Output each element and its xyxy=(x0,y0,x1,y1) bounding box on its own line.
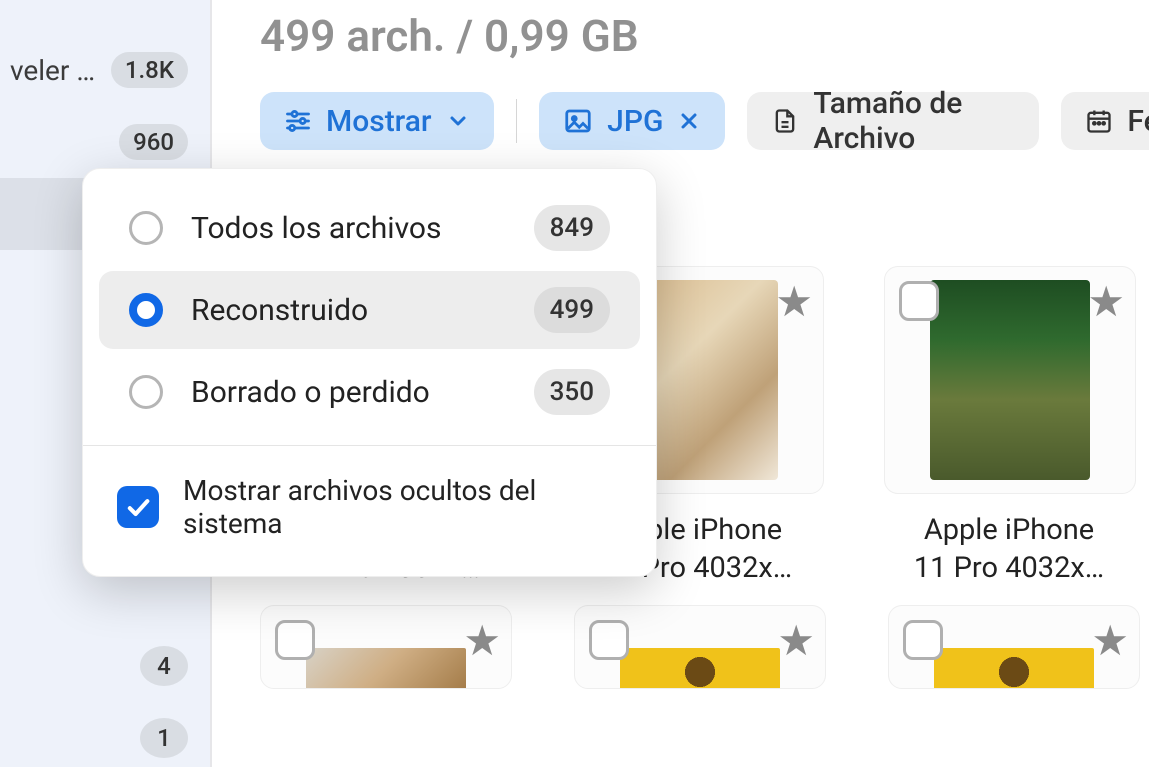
thumbnail-image xyxy=(934,648,1094,688)
filter-option-deleted[interactable]: Borrado o perdido 350 xyxy=(99,353,640,431)
sidebar-item-count: 1 xyxy=(140,718,188,758)
file-card[interactable]: ★ Apple iPhone 11 Pro 4032x… xyxy=(884,266,1134,587)
filesize-filter-label: Tamaño de Archivo xyxy=(813,86,1015,156)
filter-option-label: Todos los archivos xyxy=(191,211,506,246)
show-hidden-files-row[interactable]: Mostrar archivos ocultos del sistema xyxy=(83,446,656,576)
show-filter-button[interactable]: Mostrar xyxy=(260,92,494,150)
sidebar-item-count: 960 xyxy=(119,124,188,160)
file-count-summary: 499 arch. / 0,99 GB xyxy=(260,10,1149,62)
file-thumbnail[interactable]: ★ xyxy=(574,605,826,689)
sidebar-item-count: 1.8K xyxy=(111,52,188,88)
filter-option-all[interactable]: Todos los archivos 849 xyxy=(99,189,640,267)
main-content: 499 arch. / 0,99 GB Mostrar xyxy=(212,0,1149,767)
thumbnail-image xyxy=(620,648,780,688)
file-thumbnail[interactable]: ★ xyxy=(888,605,1140,689)
select-checkbox[interactable] xyxy=(899,281,939,321)
star-icon[interactable]: ★ xyxy=(1087,277,1125,327)
sidebar-item[interactable]: 1 xyxy=(0,702,210,767)
file-caption: Apple iPhone 11 Pro 4032x… xyxy=(884,512,1134,587)
filter-option-count: 499 xyxy=(534,287,610,333)
results-grid-row2: ★ ★ ★ xyxy=(260,605,1149,689)
filter-toolbar: Mostrar JPG xyxy=(260,92,1149,150)
toolbar-divider xyxy=(516,99,518,143)
star-icon[interactable]: ★ xyxy=(463,616,501,666)
sliders-icon xyxy=(284,107,312,135)
date-filter-button[interactable]: Fech xyxy=(1061,92,1149,150)
star-icon[interactable]: ★ xyxy=(775,277,813,327)
show-filter-dropdown: Todos los archivos 849 Reconstruido 499 … xyxy=(82,168,657,577)
select-checkbox[interactable] xyxy=(275,620,315,660)
select-checkbox[interactable] xyxy=(589,620,629,660)
filter-option-label: Borrado o perdido xyxy=(191,375,506,410)
filesize-filter-button[interactable]: Tamaño de Archivo xyxy=(747,92,1039,150)
file-thumbnail[interactable]: ★ xyxy=(260,605,512,689)
sidebar-item-label: veler 1… xyxy=(10,54,97,87)
star-icon[interactable]: ★ xyxy=(777,616,815,666)
radio-unchecked-icon xyxy=(129,211,163,245)
show-filter-label: Mostrar xyxy=(326,104,432,139)
sidebar-item-count: 4 xyxy=(140,646,188,686)
filter-option-label: Reconstruido xyxy=(191,293,506,328)
show-hidden-files-label: Mostrar archivos ocultos del sistema xyxy=(183,474,622,540)
close-icon[interactable] xyxy=(677,109,701,133)
checkbox-checked-icon[interactable] xyxy=(117,486,159,528)
radio-unchecked-icon xyxy=(129,375,163,409)
jpg-filter-label: JPG xyxy=(607,104,663,139)
date-filter-label: Fech xyxy=(1127,104,1149,139)
image-icon xyxy=(563,106,593,136)
select-checkbox[interactable] xyxy=(903,620,943,660)
jpg-filter-chip[interactable]: JPG xyxy=(539,92,725,150)
filter-option-count: 350 xyxy=(534,369,610,415)
sidebar-item[interactable]: 4 xyxy=(0,630,210,702)
thumbnail-image xyxy=(930,280,1090,480)
file-icon xyxy=(771,107,799,135)
chevron-down-icon xyxy=(446,109,470,133)
radio-checked-icon xyxy=(129,293,163,327)
sidebar-item[interactable]: veler 1… 1.8K xyxy=(0,34,210,106)
file-thumbnail[interactable]: ★ xyxy=(884,266,1136,494)
calendar-icon xyxy=(1085,107,1113,135)
filter-option-reconstructed[interactable]: Reconstruido 499 xyxy=(99,271,640,349)
filter-option-count: 849 xyxy=(534,205,610,251)
thumbnail-image xyxy=(306,648,466,688)
star-icon[interactable]: ★ xyxy=(1091,616,1129,666)
